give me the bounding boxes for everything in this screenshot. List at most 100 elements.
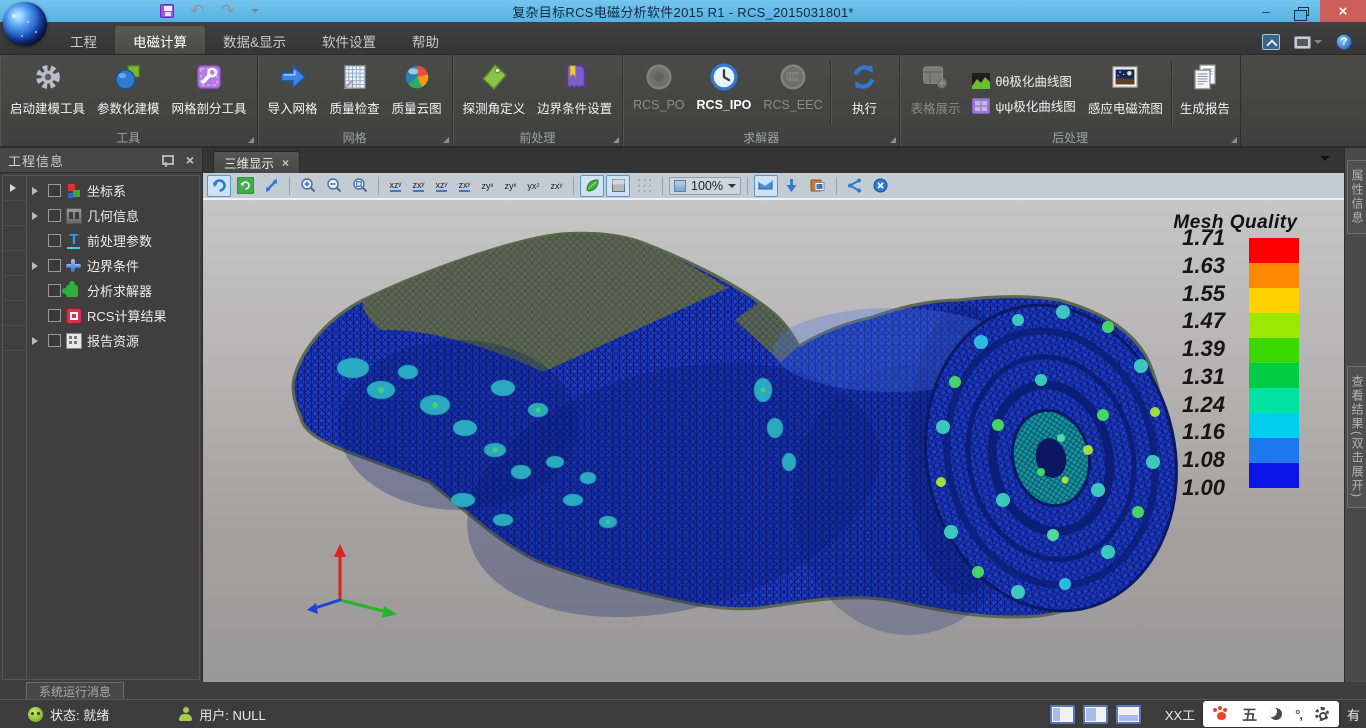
wireframe-grid-button[interactable]	[632, 175, 656, 197]
checkbox[interactable]	[48, 309, 61, 322]
pin-icon[interactable]	[161, 154, 172, 167]
view-orientation-button-8[interactable]: zxʸ	[546, 176, 567, 196]
ime-toolbar[interactable]: 五 °,	[1203, 701, 1339, 727]
tab-system-messages[interactable]: 系统运行消息	[26, 682, 124, 699]
mesh-tool-button[interactable]: 网格剖分工具	[166, 57, 253, 129]
tree-item-preprocess-params[interactable]: T 前处理参数	[27, 228, 199, 253]
punctuation-icon[interactable]: °,	[1295, 707, 1302, 722]
3d-canvas[interactable]: Mesh Quality 1.71 1.63 1.55 1.47	[203, 200, 1344, 682]
menu-tab-project[interactable]: 工程	[52, 26, 115, 54]
launch-modeler-button[interactable]: 启动建模工具	[4, 57, 91, 129]
checkbox[interactable]	[48, 259, 61, 272]
export-image-button[interactable]	[806, 175, 830, 197]
execute-button[interactable]: 执行	[833, 57, 895, 129]
checkbox[interactable]	[48, 234, 61, 247]
induced-current-map-button[interactable]: 感应电磁流图	[1082, 57, 1169, 129]
boundary-condition-button[interactable]: 边界条件设置	[531, 57, 618, 129]
expander-icon[interactable]	[32, 262, 42, 270]
zoom-out-button[interactable]	[322, 175, 346, 197]
rcs-po-button[interactable]: RCS_PO	[627, 57, 690, 129]
tree-item-coordinate-system[interactable]: 坐标系	[27, 178, 199, 203]
layout-bottom-panel-icon[interactable]	[1116, 705, 1141, 724]
menu-right-icons: ?	[1262, 34, 1352, 50]
menu-tab-em-compute[interactable]: 电磁计算	[115, 26, 205, 54]
expander-icon[interactable]	[32, 187, 42, 195]
probe-angle-button[interactable]: 探测角定义	[457, 57, 532, 129]
psi-polar-curve-button[interactable]: ψψ极化曲线图	[972, 96, 1075, 115]
refresh-view-button[interactable]	[233, 175, 257, 197]
tree-item-solver[interactable]: 分析求解器	[27, 278, 199, 303]
expander-icon[interactable]	[32, 212, 42, 220]
cancel-button[interactable]	[869, 175, 893, 197]
tab-close-icon[interactable]: ×	[282, 156, 289, 170]
group-launcher-icon[interactable]	[443, 137, 449, 143]
rotate-view-button[interactable]	[207, 175, 231, 197]
view-orientation-button-2[interactable]: zxʸ	[408, 176, 429, 196]
group-label-solver: 求解器	[743, 129, 779, 146]
arrow-down-button[interactable]	[780, 175, 804, 197]
tab-property-info[interactable]: 属性信息	[1347, 160, 1366, 234]
tree-item-geometry-info[interactable]: 几何信息	[27, 203, 199, 228]
menu-tab-help[interactable]: 帮助	[394, 26, 457, 54]
expander-icon[interactable]	[32, 337, 42, 345]
tree-item-boundary-conditions[interactable]: 边界条件	[27, 253, 199, 278]
quality-cloud-sphere-icon	[400, 60, 434, 94]
share-link-button[interactable]	[843, 175, 867, 197]
checkbox[interactable]	[48, 184, 61, 197]
title-bar: ↶ ↷ 复杂目标RCS电磁分析软件2015 R1 - RCS_201503180…	[0, 0, 1366, 22]
group-launcher-icon[interactable]	[890, 137, 896, 143]
parametric-model-button[interactable]: 参数化建模	[91, 57, 166, 129]
menu-tab-data-display[interactable]: 数据&显示	[205, 26, 304, 54]
group-launcher-icon[interactable]	[1231, 137, 1237, 143]
checkbox[interactable]	[48, 284, 61, 297]
project-info-panel: 工程信息 × 坐标系	[0, 148, 203, 682]
app-logo[interactable]	[3, 2, 47, 46]
help-icon[interactable]: ?	[1336, 34, 1352, 50]
layout-left-panel-icon[interactable]	[1050, 705, 1075, 724]
quality-check-button[interactable]: 质量检查	[324, 57, 386, 129]
quality-cloud-button[interactable]: 质量云图	[386, 57, 448, 129]
view-orientation-button-3[interactable]: xzʸ	[431, 176, 452, 196]
group-launcher-icon[interactable]	[613, 137, 619, 143]
rcs-results-icon	[66, 308, 82, 324]
tab-3d-display[interactable]: 三维显示 ×	[213, 151, 300, 173]
ime-logo-paw-icon[interactable]	[1213, 707, 1229, 721]
clip-plane-button[interactable]	[754, 175, 778, 197]
ime-gear-icon[interactable]	[1315, 707, 1329, 721]
close-button[interactable]: ×	[1320, 0, 1366, 22]
panel-close-icon[interactable]: ×	[186, 154, 194, 166]
display-device-control[interactable]	[1294, 36, 1322, 49]
collapse-ribbon-icon[interactable]	[1262, 34, 1280, 50]
menu-tab-settings[interactable]: 软件设置	[304, 26, 394, 54]
zoom-level-dropdown[interactable]: 100%	[669, 177, 741, 195]
restore-button[interactable]	[1284, 0, 1320, 22]
moon-icon[interactable]	[1270, 708, 1282, 720]
tree-item-rcs-results[interactable]: RCS计算结果	[27, 303, 199, 328]
layout-wide-panel-icon[interactable]	[1083, 705, 1108, 724]
zoom-in-button[interactable]	[296, 175, 320, 197]
table-display-button[interactable]: 表格展示	[904, 57, 966, 129]
ime-mode-label[interactable]: 五	[1242, 704, 1257, 725]
tab-overflow-icon[interactable]	[1320, 156, 1330, 166]
group-launcher-icon[interactable]	[248, 137, 254, 143]
checkbox[interactable]	[48, 334, 61, 347]
rcs-ipo-button[interactable]: RCS_IPO	[691, 57, 758, 129]
ribbon-group-solver: RCS_PO RCS_IPO RCS_EEC 执行 求解器	[623, 55, 900, 146]
generate-report-button[interactable]: 生成报告	[1174, 57, 1236, 129]
tab-view-results[interactable]: 查看结果(双击展开)	[1347, 366, 1366, 508]
checkbox[interactable]	[48, 209, 61, 222]
shaded-mode-button[interactable]	[580, 175, 604, 197]
rcs-eec-button[interactable]: RCS_EEC	[757, 57, 828, 129]
surface-mode-button[interactable]	[606, 175, 630, 197]
view-orientation-button-1[interactable]: xzʸ	[385, 176, 406, 196]
theta-polar-curve-button[interactable]: θθ极化曲线图	[972, 71, 1075, 90]
pan-view-button[interactable]	[259, 175, 283, 197]
view-orientation-button-7[interactable]: yxᶻ	[523, 176, 544, 196]
minimize-button[interactable]: –	[1248, 0, 1284, 22]
zoom-fit-button[interactable]	[348, 175, 372, 197]
view-orientation-button-6[interactable]: zyˣ	[500, 176, 521, 196]
tree-item-report-resources[interactable]: 报告资源	[27, 328, 199, 353]
import-mesh-button[interactable]: 导入网格	[262, 57, 324, 129]
view-orientation-button-4[interactable]: zxʸ	[454, 176, 475, 196]
view-orientation-button-5[interactable]: zyˣ	[477, 176, 498, 196]
